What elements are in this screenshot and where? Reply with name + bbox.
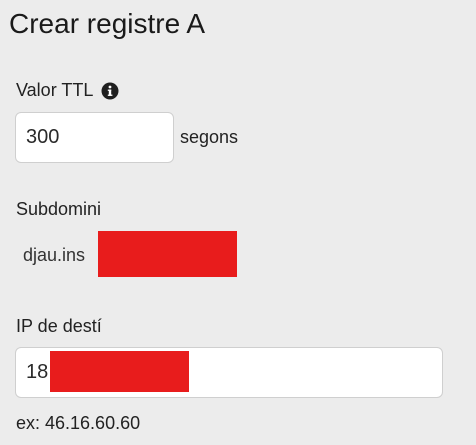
subdomain-value: djau.ins bbox=[23, 245, 86, 265]
ttl-label: Valor TTL bbox=[16, 79, 119, 101]
subdomain-label: Subdomini bbox=[16, 199, 102, 219]
ttl-label-text: Valor TTL bbox=[16, 80, 94, 100]
ip-redaction bbox=[50, 351, 189, 392]
info-icon[interactable] bbox=[101, 82, 119, 100]
ttl-unit-label: segons bbox=[180, 127, 239, 147]
ip-label: IP de destí bbox=[16, 316, 102, 336]
ip-hint: ex: 46.16.60.60 bbox=[16, 413, 141, 433]
ttl-input[interactable] bbox=[15, 112, 174, 163]
page-title: Crear registre A bbox=[9, 8, 206, 39]
subdomain-redaction bbox=[98, 231, 237, 277]
